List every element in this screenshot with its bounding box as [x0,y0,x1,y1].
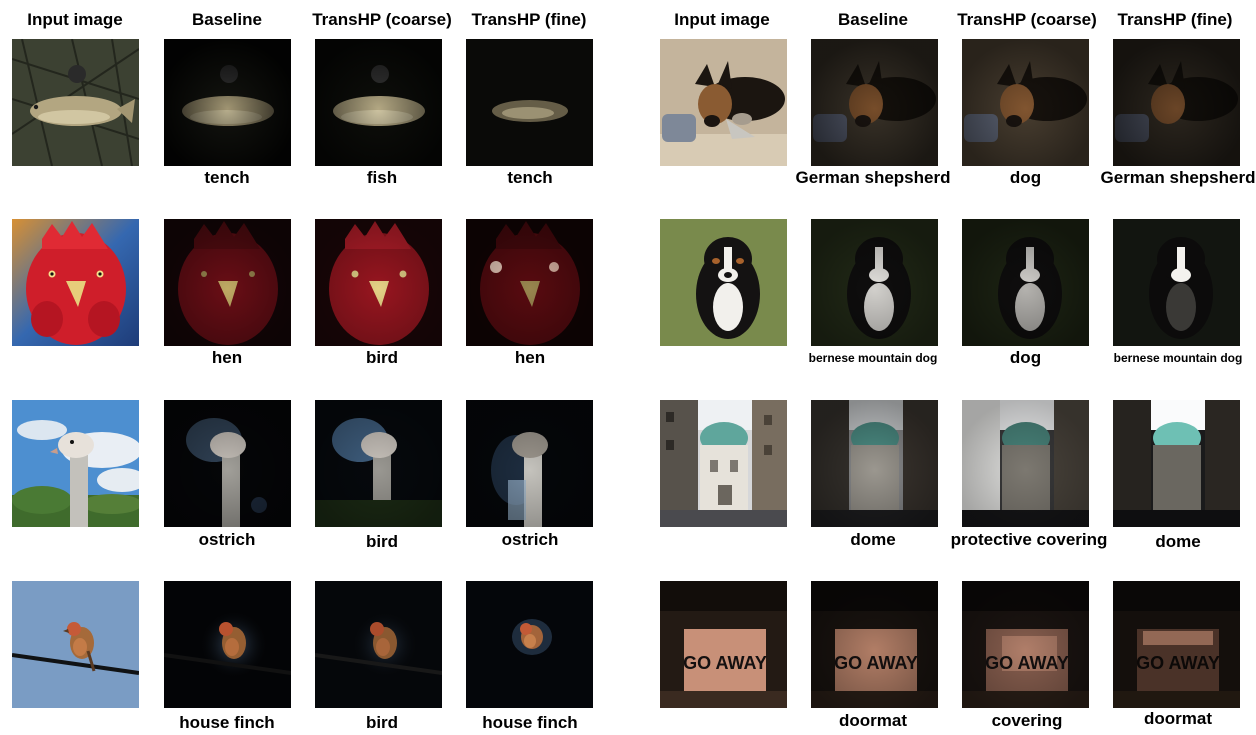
prediction-fine-finch: house finch [482,713,578,732]
prediction-fine-doormat: doormat [1144,709,1212,728]
image-input-ostrich [12,400,139,527]
prediction-baseline-rooster: hen [211,348,243,367]
prediction-coarse-rooster: bird [365,348,399,367]
prediction-coarse-tench: fish [366,168,398,187]
prediction-coarse-german-shepherd: dog [1009,168,1042,187]
image-fine-dome [1113,400,1240,527]
prediction-fine-tench: tench [507,168,553,187]
prediction-coarse-ostrich: bird [365,532,399,551]
image-coarse-tench [315,39,442,166]
prediction-baseline-ostrich: ostrich [198,530,256,549]
prediction-coarse-finch: bird [365,713,399,732]
header-input-image-right: Input image [674,10,770,29]
image-coarse-ostrich [315,400,442,527]
image-fine-doormat: GO AWAY [1113,581,1240,708]
image-input-bernese [660,219,787,346]
image-coarse-bernese [962,219,1089,346]
image-coarse-german-shepherd [962,39,1089,166]
prediction-baseline-finch: house finch [179,713,275,732]
prediction-fine-dome: dome [1155,532,1201,551]
image-baseline-tench [164,39,291,166]
image-coarse-dome [962,400,1089,527]
image-baseline-doormat: GO AWAY [811,581,938,708]
header-baseline-right: Baseline [838,10,908,29]
prediction-baseline-bernese: bernese mountain dog [808,351,938,365]
header-transhp-coarse-right: TransHP (coarse) [957,10,1097,29]
image-coarse-rooster [315,219,442,346]
image-input-tench [12,39,139,166]
prediction-baseline-german-shepherd: German shepsherd [795,168,951,187]
prediction-coarse-bernese: dog [1009,348,1042,367]
image-fine-ostrich [466,400,593,527]
image-fine-tench [466,39,593,166]
doormat-text-input: GO AWAY [683,653,767,673]
prediction-fine-bernese: bernese mountain dog [1113,351,1243,365]
prediction-fine-german-shepherd: German shepsherd [1100,168,1256,187]
image-baseline-finch [164,581,291,708]
header-transhp-coarse-left: TransHP (coarse) [312,10,452,29]
header-baseline-left: Baseline [192,10,262,29]
image-input-rooster [12,219,139,346]
image-fine-bernese [1113,219,1240,346]
prediction-fine-ostrich: ostrich [501,530,559,549]
image-fine-rooster [466,219,593,346]
prediction-coarse-doormat: covering [991,711,1063,730]
prediction-baseline-doormat: doormat [839,711,907,730]
image-coarse-finch [315,581,442,708]
image-baseline-dome [811,400,938,527]
image-input-finch [12,581,139,708]
image-coarse-doormat: GO AWAY [962,581,1089,708]
header-transhp-fine-right: TransHP (fine) [1117,10,1233,29]
image-fine-german-shepherd [1113,39,1240,166]
header-transhp-fine-left: TransHP (fine) [471,10,587,29]
image-fine-finch [466,581,593,708]
header-input-image-left: Input image [27,10,123,29]
prediction-fine-rooster: hen [514,348,546,367]
image-baseline-rooster [164,219,291,346]
image-baseline-ostrich [164,400,291,527]
image-input-german-shepherd [660,39,787,166]
prediction-coarse-dome: protective covering [950,530,1108,549]
image-input-dome [660,400,787,527]
prediction-baseline-dome: dome [850,530,896,549]
image-baseline-german-shepherd [811,39,938,166]
image-baseline-bernese [811,219,938,346]
image-input-doormat: GO AWAY [660,581,787,708]
prediction-baseline-tench: tench [204,168,250,187]
doormat-text-fine: GO AWAY [1136,653,1220,673]
